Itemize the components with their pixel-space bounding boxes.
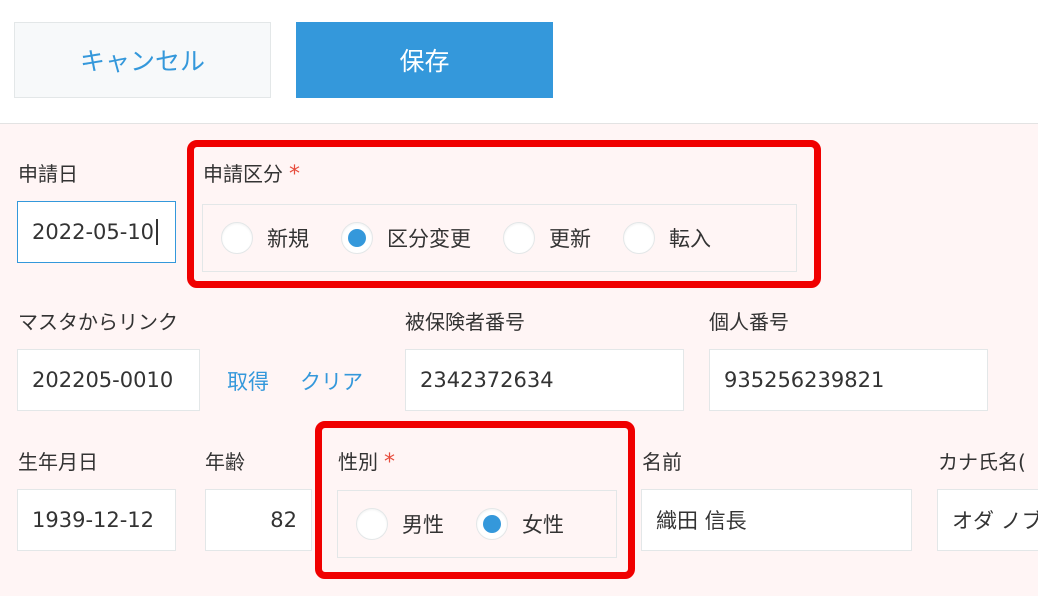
application-type-label: 申請区分 * bbox=[203, 158, 300, 187]
application-date-value: 2022-05-10 bbox=[32, 220, 155, 244]
required-mark: * bbox=[289, 162, 300, 187]
radio-selected-dot bbox=[348, 229, 366, 247]
master-link-input[interactable]: 202205-0010 bbox=[17, 349, 200, 411]
insured-number-label: 被保険者番号 bbox=[405, 310, 525, 334]
age-label: 年齢 bbox=[205, 450, 245, 474]
radio-circle-selected[interactable] bbox=[341, 222, 373, 254]
master-link-label: マスタからリンク bbox=[18, 310, 178, 334]
application-date-label: 申請日 bbox=[18, 162, 78, 186]
radio-circle[interactable] bbox=[503, 222, 535, 254]
radio-option-label: 男性 bbox=[402, 513, 444, 537]
application-date-input[interactable]: 2022-05-10 bbox=[17, 201, 176, 263]
personal-number-input[interactable]: 935256239821 bbox=[709, 349, 988, 411]
radio-option-label: 新規 bbox=[267, 227, 309, 251]
radio-option-label: 転入 bbox=[669, 227, 711, 251]
radio-selected-dot bbox=[483, 515, 501, 533]
application-type-label-text: 申請区分 bbox=[203, 162, 283, 186]
birth-date-label: 生年月日 bbox=[18, 450, 98, 474]
save-button[interactable]: 保存 bbox=[296, 22, 553, 98]
personal-number-label: 個人番号 bbox=[709, 310, 789, 334]
name-label: 名前 bbox=[642, 450, 682, 474]
cancel-button[interactable]: キャンセル bbox=[14, 22, 271, 98]
radio-circle[interactable] bbox=[221, 222, 253, 254]
radio-option-label: 更新 bbox=[549, 227, 591, 251]
toolbar: キャンセル 保存 bbox=[0, 0, 1038, 124]
gender-radio-group: 男性 女性 bbox=[337, 490, 617, 558]
form-area: 申請日 2022-05-10 申請区分 * 新規 区分変更 更新 転入 マスタから… bbox=[0, 124, 1038, 596]
name-input[interactable]: 織田 信長 bbox=[641, 489, 912, 551]
age-input[interactable]: 82 bbox=[205, 489, 312, 551]
radio-circle-selected[interactable] bbox=[476, 508, 508, 540]
birth-date-input[interactable]: 1939-12-12 bbox=[17, 489, 176, 551]
required-mark: * bbox=[384, 450, 395, 475]
gender-label-text: 性別 bbox=[338, 450, 378, 474]
kana-name-label: カナ氏名( bbox=[938, 450, 1026, 474]
insured-number-input[interactable]: 2342372634 bbox=[405, 349, 684, 411]
radio-option-new[interactable]: 新規 bbox=[221, 222, 309, 254]
radio-circle[interactable] bbox=[623, 222, 655, 254]
radio-option-category-change[interactable]: 区分変更 bbox=[341, 222, 471, 254]
radio-option-label: 区分変更 bbox=[387, 227, 471, 251]
radio-option-label: 女性 bbox=[522, 513, 564, 537]
application-type-radio-group: 新規 区分変更 更新 転入 bbox=[202, 204, 797, 272]
radio-circle[interactable] bbox=[356, 508, 388, 540]
kana-name-input[interactable]: オダ ノブ bbox=[937, 489, 1038, 551]
text-caret bbox=[156, 219, 159, 245]
radio-option-male[interactable]: 男性 bbox=[356, 508, 444, 540]
clear-link[interactable]: クリア bbox=[300, 366, 363, 396]
get-link[interactable]: 取得 bbox=[227, 366, 269, 396]
radio-option-transfer-in[interactable]: 転入 bbox=[623, 222, 711, 254]
radio-option-renewal[interactable]: 更新 bbox=[503, 222, 591, 254]
radio-option-female[interactable]: 女性 bbox=[476, 508, 564, 540]
gender-label: 性別 * bbox=[338, 446, 395, 475]
